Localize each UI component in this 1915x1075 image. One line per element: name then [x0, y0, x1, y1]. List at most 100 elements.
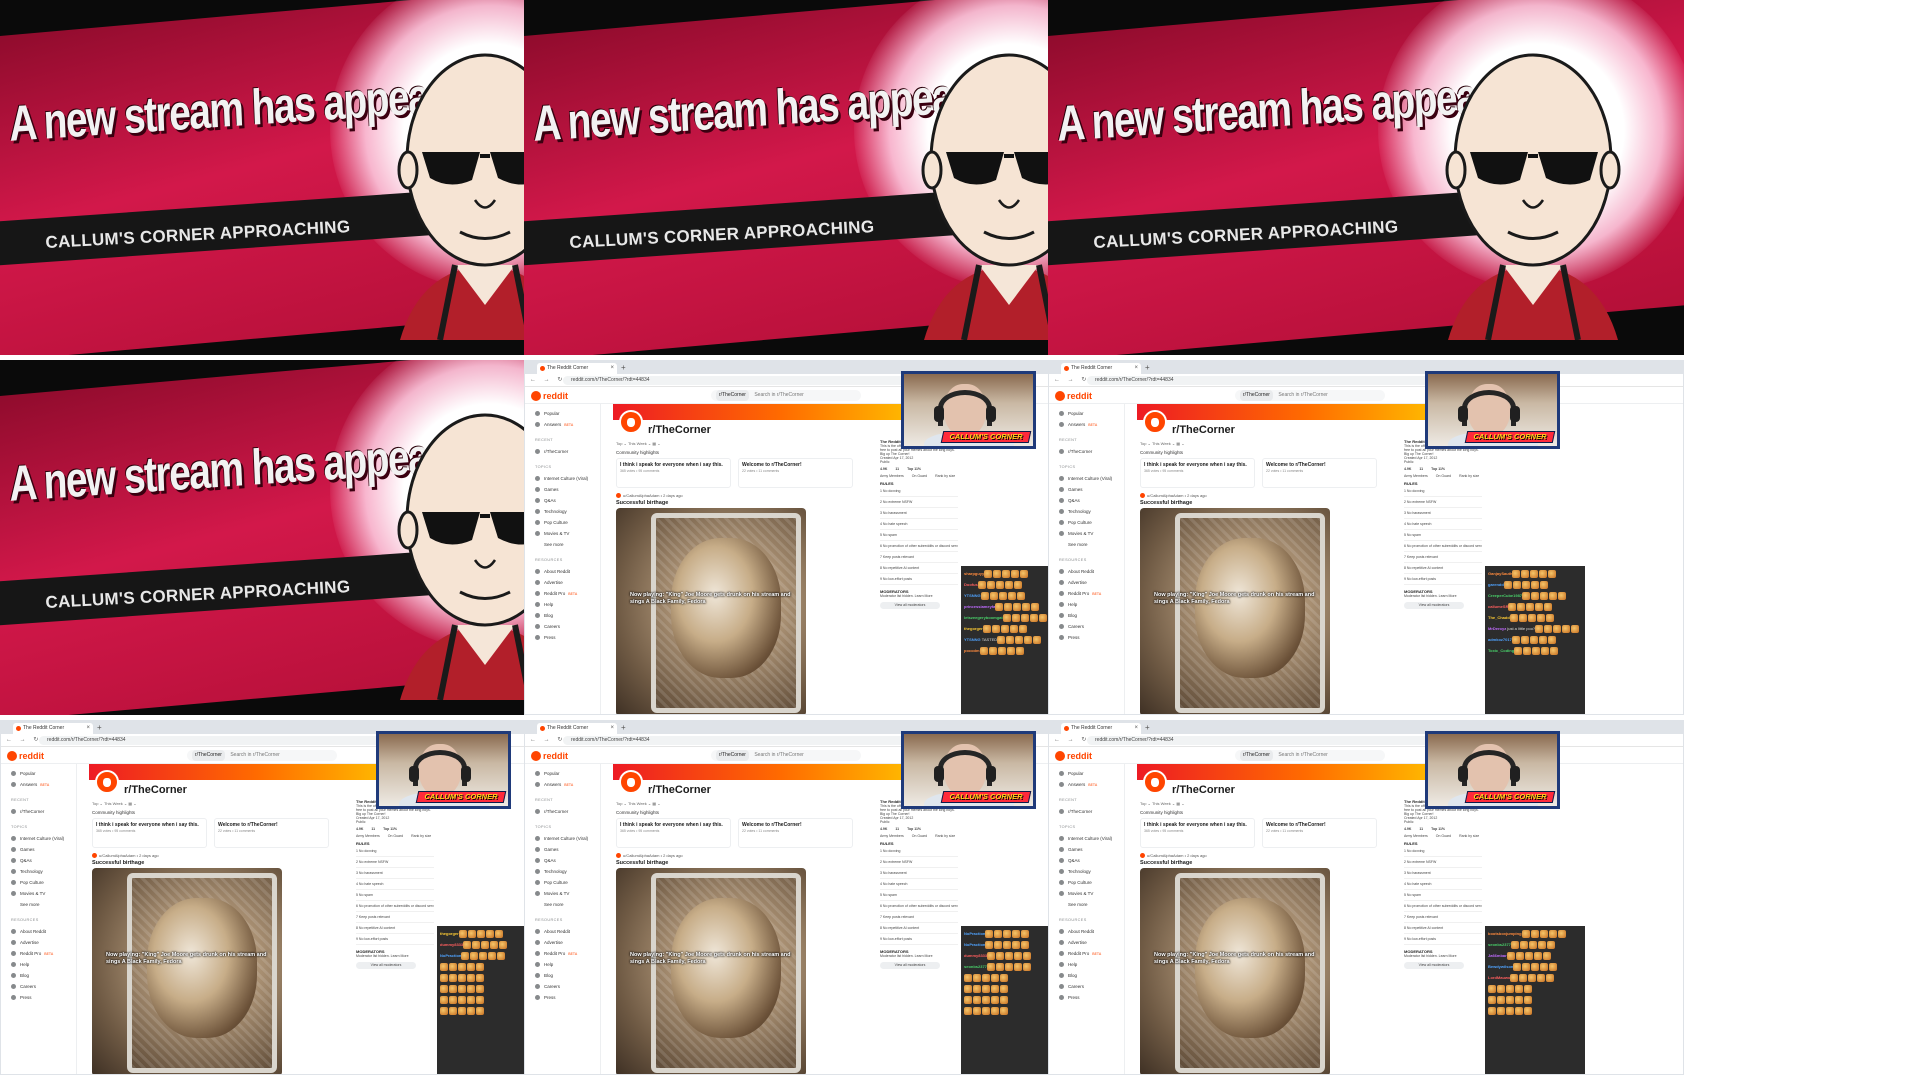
- sidebar-item[interactable]: Technology: [11, 866, 76, 877]
- highlight-card[interactable]: Welcome to r/TheCorner! 22 votes • 11 co…: [214, 818, 329, 848]
- search-scope-chip[interactable]: r/TheCorner: [1240, 390, 1273, 401]
- sidebar-item[interactable]: Help: [11, 959, 76, 970]
- sidebar-item[interactable]: Blog: [535, 610, 600, 621]
- sidebar-item[interactable]: Games: [535, 844, 600, 855]
- sidebar-item[interactable]: About Reddit: [535, 566, 600, 577]
- close-icon[interactable]: ×: [610, 723, 614, 734]
- sidebar-item[interactable]: Advertise: [1059, 577, 1124, 588]
- post-image[interactable]: Now playing: "King" Joe Moore gets drunk…: [92, 868, 282, 1074]
- search-input[interactable]: r/TheCorner Search in r/TheCorner: [711, 390, 861, 401]
- sidebar-item[interactable]: Reddit Pro BETA: [535, 948, 600, 959]
- rule-item[interactable]: 3 No harassment: [880, 868, 958, 879]
- rule-item[interactable]: 1 No doxxing: [880, 846, 958, 857]
- browser-tab[interactable]: The Reddit Corner ×: [1061, 723, 1141, 734]
- sidebar-item[interactable]: Movies & TV: [1059, 528, 1124, 539]
- sidebar-item[interactable]: Press: [11, 992, 76, 1003]
- sidebar-item[interactable]: Movies & TV: [1059, 888, 1124, 899]
- rule-item[interactable]: 6 No promotion of other subreddits or di…: [356, 901, 434, 912]
- rule-item[interactable]: 2 No extreme NSFW: [880, 857, 958, 868]
- subreddit-name[interactable]: r/TheCorner: [124, 784, 187, 796]
- sidebar-item[interactable]: Help: [1059, 599, 1124, 610]
- sidebar-item[interactable]: About Reddit: [11, 926, 76, 937]
- rule-item[interactable]: 6 No promotion of other subreddits or di…: [1404, 541, 1482, 552]
- sidebar-item[interactable]: r/TheCorner: [11, 806, 76, 817]
- sidebar-item[interactable]: Movies & TV: [11, 888, 76, 899]
- sidebar-item[interactable]: Popular: [535, 408, 600, 419]
- view-moderators-button[interactable]: View all moderators: [880, 602, 940, 609]
- see-more-link[interactable]: See more: [535, 539, 600, 550]
- sidebar-item[interactable]: Help: [1059, 959, 1124, 970]
- search-input[interactable]: r/TheCorner Search in r/TheCorner: [187, 750, 337, 761]
- rule-item[interactable]: 6 No promotion of other subreddits or di…: [880, 541, 958, 552]
- sidebar-item[interactable]: Popular: [535, 768, 600, 779]
- chat-username[interactable]: YTSNNG: [964, 637, 981, 642]
- subreddit-name[interactable]: r/TheCorner: [648, 784, 711, 796]
- sidebar-section-header[interactable]: RECENT: [11, 798, 76, 806]
- rule-item[interactable]: 1 No doxxing: [1404, 846, 1482, 857]
- chat-username[interactable]: sharpguyy: [964, 571, 984, 576]
- rule-item[interactable]: 4 No hate speech: [1404, 519, 1482, 530]
- plus-icon[interactable]: +: [1145, 363, 1150, 373]
- sidebar-item[interactable]: Internet Culture (Viral): [1059, 833, 1124, 844]
- sort-controls[interactable]: Top ⌄ This Week ⌄ ▦ ⌄: [92, 801, 137, 806]
- sidebar-item[interactable]: Careers: [1059, 981, 1124, 992]
- chat-username[interactable]: YTSNNG: [964, 593, 981, 598]
- plus-icon[interactable]: +: [97, 723, 102, 733]
- sort-controls[interactable]: Top ⌄ This Week ⌄ ▦ ⌄: [1140, 441, 1185, 446]
- close-icon[interactable]: ×: [610, 363, 614, 374]
- sidebar-item[interactable]: Advertise: [535, 577, 600, 588]
- close-icon[interactable]: ×: [1134, 363, 1138, 374]
- rule-item[interactable]: 1 No doxxing: [1404, 486, 1482, 497]
- sidebar-item[interactable]: About Reddit: [535, 926, 600, 937]
- rule-item[interactable]: 3 No harassment: [880, 508, 958, 519]
- sidebar-item[interactable]: Press: [1059, 632, 1124, 643]
- sidebar-item[interactable]: Games: [1059, 484, 1124, 495]
- sidebar-item[interactable]: Help: [535, 599, 600, 610]
- chat-username[interactable]: seonbs2377: [1488, 942, 1511, 947]
- sidebar-section-header[interactable]: RESOURCES: [1059, 918, 1124, 926]
- plus-icon[interactable]: +: [621, 363, 626, 373]
- highlight-card[interactable]: I think i speak for everyone when i say …: [1140, 458, 1255, 488]
- subreddit-name[interactable]: r/TheCorner: [1172, 784, 1235, 796]
- sidebar-item[interactable]: Blog: [1059, 970, 1124, 981]
- sidebar-item[interactable]: r/TheCorner: [535, 446, 600, 457]
- sidebar-item[interactable]: Pop Culture: [1059, 877, 1124, 888]
- chat-username[interactable]: Doofus: [964, 582, 978, 587]
- sidebar-item[interactable]: Games: [1059, 844, 1124, 855]
- sidebar-item[interactable]: Popular: [1059, 768, 1124, 779]
- chat-username[interactable]: LordMauwo: [1488, 975, 1510, 980]
- sidebar-item[interactable]: Answers BETA: [1059, 779, 1124, 790]
- see-more-link[interactable]: See more: [1059, 539, 1124, 550]
- post-title[interactable]: Successful birthage: [616, 860, 668, 866]
- rule-item[interactable]: 8 No repetitive AI content: [1404, 563, 1482, 574]
- sort-controls[interactable]: Top ⌄ This Week ⌄ ▦ ⌄: [616, 441, 661, 446]
- rule-item[interactable]: 1 No doxxing: [356, 846, 434, 857]
- search-scope-chip[interactable]: r/TheCorner: [716, 750, 749, 761]
- chat-username[interactable]: Toxic_Coding: [1488, 648, 1514, 653]
- sidebar-item[interactable]: Q&As: [1059, 855, 1124, 866]
- search-scope-chip[interactable]: r/TheCorner: [1240, 750, 1273, 761]
- view-moderators-button[interactable]: View all moderators: [880, 962, 940, 969]
- sidebar-item[interactable]: Careers: [11, 981, 76, 992]
- post-author[interactable]: u/CallumAlphaAdam • 2 days ago: [1147, 853, 1207, 858]
- plus-icon[interactable]: +: [1145, 723, 1150, 733]
- sidebar-item[interactable]: Reddit Pro BETA: [11, 948, 76, 959]
- subreddit-name[interactable]: r/TheCorner: [648, 424, 711, 436]
- rule-item[interactable]: 7 Keep posts relevant: [880, 552, 958, 563]
- rule-item[interactable]: 5 No spam: [356, 890, 434, 901]
- post-image[interactable]: Now playing: "King" Joe Moore gets drunk…: [1140, 508, 1330, 714]
- rule-item[interactable]: 6 No promotion of other subreddits or di…: [880, 901, 958, 912]
- sidebar-section-header[interactable]: TOPICS: [11, 825, 76, 833]
- sidebar-item[interactable]: Internet Culture (Viral): [535, 473, 600, 484]
- subreddit-name[interactable]: r/TheCorner: [1172, 424, 1235, 436]
- sidebar-section-header[interactable]: RESOURCES: [11, 918, 76, 926]
- post-title[interactable]: Successful birthage: [616, 500, 668, 506]
- sidebar-item[interactable]: Answers BETA: [535, 779, 600, 790]
- browser-tab[interactable]: The Reddit Corner ×: [1061, 363, 1141, 374]
- browser-tab[interactable]: The Reddit Corner ×: [13, 723, 93, 734]
- sidebar-item[interactable]: Q&As: [11, 855, 76, 866]
- sidebar-item[interactable]: Pop Culture: [535, 517, 600, 528]
- sidebar-item[interactable]: Blog: [535, 970, 600, 981]
- nav-buttons[interactable]: ← → ↻: [1054, 376, 1089, 383]
- rule-item[interactable]: 9 No low-effort posts: [1404, 934, 1482, 945]
